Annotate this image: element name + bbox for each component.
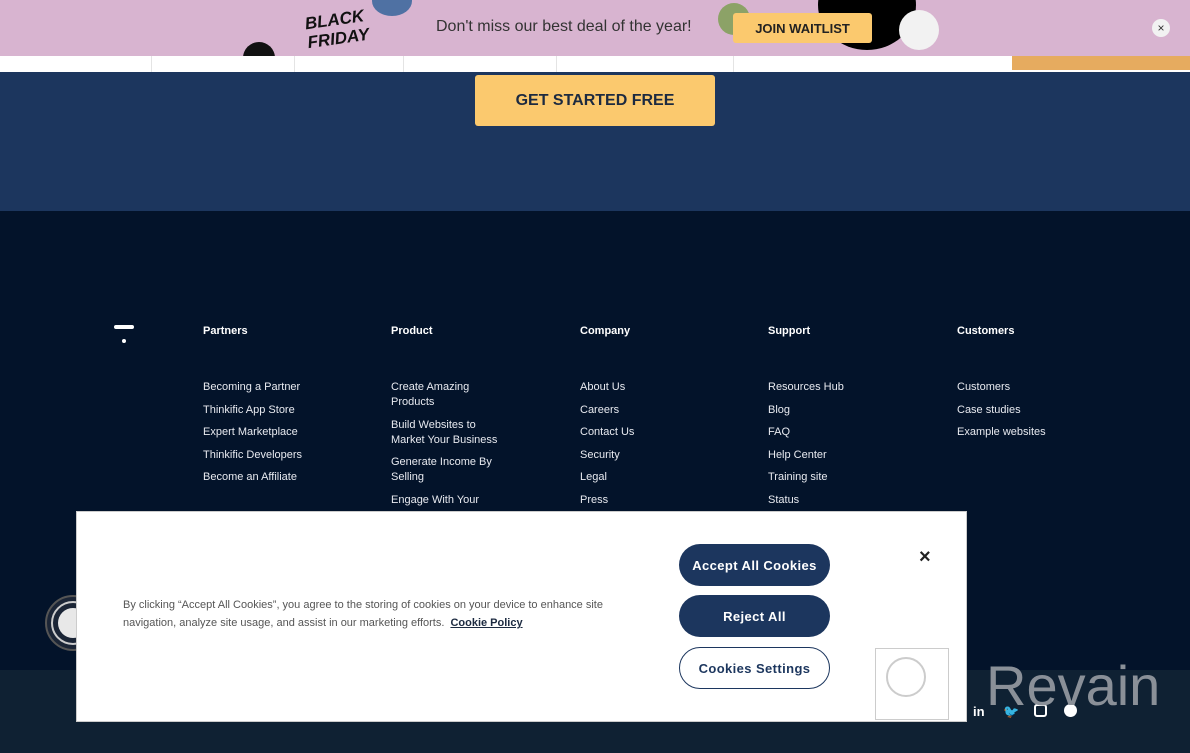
footer-col-customers: Customers Customers Case studies Example w…: [957, 325, 1077, 448]
footer-link[interactable]: About Us: [580, 380, 700, 395]
footer-link[interactable]: Security: [580, 448, 700, 463]
column-title: Partners: [203, 325, 248, 337]
footer-link[interactable]: Blog: [768, 403, 888, 418]
decor-circle: [899, 10, 939, 50]
footer-link[interactable]: FAQ: [768, 425, 888, 440]
footer-col-partners: Partners Becoming a Partner Thinkific App…: [203, 325, 323, 493]
footer-link[interactable]: Build Websites to Market Your Business: [391, 418, 503, 448]
reject-all-button[interactable]: Reject All: [679, 595, 830, 637]
footer-link[interactable]: Resources Hub: [768, 380, 888, 395]
hero-section: GET STARTED FREE: [0, 72, 1190, 211]
banner-message: Don't miss our best deal of the year!: [436, 18, 692, 35]
nav-strip: [0, 56, 1190, 72]
footer-link[interactable]: Thinkific Developers: [203, 448, 323, 463]
footer-link[interactable]: Status: [768, 493, 888, 508]
footer-link[interactable]: Careers: [580, 403, 700, 418]
decor-circle: [243, 42, 275, 56]
footer-link[interactable]: Create Amazing Products: [391, 380, 503, 410]
footer-col-support: Support Resources Hub Blog FAQ Help Center T…: [768, 325, 888, 516]
footer-link[interactable]: Become an Affiliate: [203, 470, 323, 485]
footer-col-company: Company About Us Careers Contact Us Securit…: [580, 325, 700, 516]
decor-circle: [372, 0, 412, 16]
get-started-button[interactable]: GET STARTED FREE: [475, 75, 715, 126]
column-title: Customers: [957, 325, 1015, 337]
footer-col-product: Product Create Amazing Products Build Web…: [391, 325, 503, 515]
column-title: Product: [391, 325, 433, 337]
thinkific-logo-icon[interactable]: [114, 325, 134, 343]
footer-link[interactable]: Press: [580, 493, 700, 508]
cookie-consent-dialog: By clicking “Accept All Cookies”, you ag…: [76, 511, 967, 722]
footer-link[interactable]: Becoming a Partner: [203, 380, 323, 395]
footer-link[interactable]: Generate Income By Selling: [391, 455, 503, 485]
cookies-settings-button[interactable]: Cookies Settings: [679, 647, 830, 689]
column-title: Company: [580, 325, 631, 337]
black-friday-logo: BLACK FRIDAY: [303, 6, 371, 53]
cookie-consent-text: By clicking “Accept All Cookies”, you ag…: [123, 599, 603, 629]
footer-link[interactable]: Engage With Your: [391, 493, 503, 508]
promo-banner: BLACK FRIDAY Don't miss our best deal of …: [0, 0, 1190, 56]
join-waitlist-button[interactable]: JOIN WAITLIST: [733, 13, 872, 43]
footer-link[interactable]: Example websites: [957, 425, 1077, 440]
revain-watermark-icon: [875, 648, 949, 720]
revain-watermark: Revain: [986, 654, 1161, 717]
column-title: Support: [768, 325, 811, 337]
accept-all-cookies-button[interactable]: Accept All Cookies: [679, 544, 830, 586]
footer-link[interactable]: Expert Marketplace: [203, 425, 323, 440]
footer-link[interactable]: Case studies: [957, 403, 1077, 418]
footer-link[interactable]: Contact Us: [580, 425, 700, 440]
footer-link[interactable]: Legal: [580, 470, 700, 485]
footer-link[interactable]: Customers: [957, 380, 1077, 395]
close-icon[interactable]: ×: [919, 546, 931, 569]
footer-link[interactable]: Training site: [768, 470, 888, 485]
linkedin-icon[interactable]: in: [973, 704, 985, 719]
close-banner-icon[interactable]: ×: [1152, 19, 1170, 37]
footer-link[interactable]: Help Center: [768, 448, 888, 463]
footer-link[interactable]: Thinkific App Store: [203, 403, 323, 418]
cookie-policy-link[interactable]: Cookie Policy: [450, 617, 522, 629]
